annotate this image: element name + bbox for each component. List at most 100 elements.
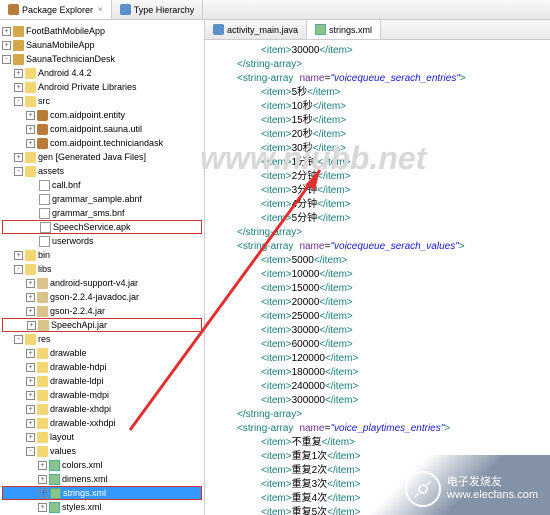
expand-toggle[interactable]: + bbox=[14, 153, 23, 162]
tree-item[interactable]: +drawable-mdpi bbox=[2, 388, 202, 402]
expand-toggle[interactable]: + bbox=[14, 83, 23, 92]
tree-item[interactable]: -src bbox=[2, 94, 202, 108]
tree-label: gen [Generated Java Files] bbox=[38, 152, 146, 162]
expand-toggle[interactable]: - bbox=[14, 265, 23, 274]
tree-label: SpeechService.apk bbox=[53, 222, 131, 232]
tree-item[interactable]: +drawable bbox=[2, 346, 202, 360]
tree-item[interactable]: SpeechService.apk bbox=[2, 220, 202, 234]
expand-toggle[interactable]: + bbox=[26, 405, 35, 414]
expand-toggle[interactable]: + bbox=[26, 419, 35, 428]
file-icon bbox=[40, 222, 51, 233]
expand-toggle[interactable]: + bbox=[26, 111, 35, 120]
jar-icon bbox=[37, 278, 48, 289]
editor-tab-java[interactable]: activity_main.java bbox=[205, 20, 307, 39]
expand-toggle[interactable]: + bbox=[38, 503, 47, 512]
expand-toggle[interactable]: + bbox=[26, 279, 35, 288]
tree-item[interactable]: +drawable-ldpi bbox=[2, 374, 202, 388]
tree-item[interactable]: +drawable-xxhdpi bbox=[2, 416, 202, 430]
footer-url: www.elecfans.com bbox=[447, 489, 538, 502]
folder-icon bbox=[37, 432, 48, 443]
hierarchy-icon bbox=[120, 4, 131, 15]
file-icon bbox=[39, 236, 50, 247]
tree-item[interactable]: grammar_sample.abnf bbox=[2, 192, 202, 206]
expand-toggle[interactable]: + bbox=[26, 391, 35, 400]
tree-item[interactable]: -libs bbox=[2, 262, 202, 276]
tree-item[interactable]: +Android 4.4.2 bbox=[2, 66, 202, 80]
close-icon[interactable]: × bbox=[98, 5, 103, 14]
folder-icon bbox=[25, 166, 36, 177]
tree-item[interactable]: +drawable-hdpi bbox=[2, 360, 202, 374]
expand-toggle[interactable]: - bbox=[14, 167, 23, 176]
pkg-icon bbox=[37, 110, 48, 121]
expand-toggle[interactable]: + bbox=[14, 251, 23, 260]
tree-item[interactable]: grammar_sms.bnf bbox=[2, 206, 202, 220]
expand-toggle[interactable]: + bbox=[26, 293, 35, 302]
tree-label: layout bbox=[50, 432, 74, 442]
tree-item[interactable]: +FootBathMobileApp bbox=[2, 24, 202, 38]
expand-toggle[interactable]: + bbox=[27, 321, 36, 330]
expand-toggle[interactable]: + bbox=[38, 461, 47, 470]
tree-label: dimens.xml bbox=[62, 474, 108, 484]
tree-item[interactable]: +colors.xml bbox=[2, 458, 202, 472]
expand-toggle[interactable]: + bbox=[2, 27, 11, 36]
tree-label: assets bbox=[38, 166, 64, 176]
expand-toggle[interactable]: + bbox=[26, 433, 35, 442]
expand-toggle[interactable]: + bbox=[39, 489, 48, 498]
expand-toggle[interactable]: - bbox=[2, 55, 11, 64]
expand-toggle[interactable]: + bbox=[26, 307, 35, 316]
tree-item[interactable]: -res bbox=[2, 332, 202, 346]
tree-label: styles.xml bbox=[62, 502, 102, 512]
tree-item[interactable]: +gson-2.2.4-javadoc.jar bbox=[2, 290, 202, 304]
tree-item[interactable]: +com.aidpoint.entity bbox=[2, 108, 202, 122]
tree-item[interactable]: +com.aidpoint.sauna.util bbox=[2, 122, 202, 136]
expand-toggle[interactable]: + bbox=[26, 377, 35, 386]
tree-item[interactable]: + SaunaMobileApp bbox=[2, 38, 202, 52]
tab-type-hierarchy[interactable]: Type Hierarchy bbox=[112, 0, 204, 19]
tree-item[interactable]: +com.aidpoint.techniciandask bbox=[2, 136, 202, 150]
tab-package-explorer[interactable]: Package Explorer × bbox=[0, 0, 112, 19]
tree-item[interactable]: userwords bbox=[2, 234, 202, 248]
package-icon bbox=[8, 4, 19, 15]
footer-brand: 电子发烧友 bbox=[447, 476, 538, 489]
expand-toggle[interactable]: - bbox=[26, 447, 35, 456]
project-tree[interactable]: +FootBathMobileApp+SaunaMobileApp-SaunaT… bbox=[0, 22, 204, 515]
tree-item[interactable]: +bin bbox=[2, 248, 202, 262]
tree-item[interactable]: + styles.xml bbox=[2, 500, 202, 514]
tree-item[interactable]: + layout bbox=[2, 430, 202, 444]
editor-tabs: activity_main.java strings.xml bbox=[205, 20, 550, 40]
folder-icon bbox=[37, 390, 48, 401]
jar-icon bbox=[37, 292, 48, 303]
tree-label: grammar_sms.bnf bbox=[52, 208, 125, 218]
expand-toggle[interactable]: + bbox=[26, 349, 35, 358]
folder-icon bbox=[37, 362, 48, 373]
expand-toggle[interactable]: + bbox=[2, 41, 11, 50]
tree-item[interactable]: + gen [Generated Java Files] bbox=[2, 150, 202, 164]
expand-toggle[interactable]: + bbox=[14, 69, 23, 78]
tree-item[interactable]: -SaunaTechnicianDesk bbox=[2, 52, 202, 66]
tree-item[interactable]: + dimens.xml bbox=[2, 472, 202, 486]
expand-toggle[interactable]: + bbox=[26, 139, 35, 148]
xml-icon bbox=[49, 474, 60, 485]
tree-item[interactable]: -values bbox=[2, 444, 202, 458]
editor-tab-xml[interactable]: strings.xml bbox=[307, 20, 381, 39]
folder-icon bbox=[37, 418, 48, 429]
tree-item[interactable]: +strings.xml bbox=[2, 486, 202, 500]
expand-toggle[interactable]: + bbox=[26, 363, 35, 372]
tree-item[interactable]: +SpeechApi.jar bbox=[2, 318, 202, 332]
folder-icon bbox=[25, 334, 36, 345]
tree-label: android-support-v4.jar bbox=[50, 278, 138, 288]
expand-toggle[interactable]: + bbox=[38, 475, 47, 484]
folder-icon bbox=[37, 348, 48, 359]
tree-item[interactable]: + Android Private Libraries bbox=[2, 80, 202, 94]
tree-item[interactable]: + android-support-v4.jar bbox=[2, 276, 202, 290]
code-editor[interactable]: <item>30000</item> </string-array> <stri… bbox=[205, 40, 550, 515]
tree-item[interactable]: call.bnf bbox=[2, 178, 202, 192]
expand-toggle[interactable]: - bbox=[14, 335, 23, 344]
expand-toggle[interactable]: + bbox=[26, 125, 35, 134]
tree-label: SaunaMobileApp bbox=[26, 40, 95, 50]
expand-toggle[interactable]: - bbox=[14, 97, 23, 106]
tree-item[interactable]: +gson-2.2.4.jar bbox=[2, 304, 202, 318]
tree-item[interactable]: +drawable-xhdpi bbox=[2, 402, 202, 416]
tree-item[interactable]: - assets bbox=[2, 164, 202, 178]
tree-label: Android Private Libraries bbox=[38, 82, 137, 92]
